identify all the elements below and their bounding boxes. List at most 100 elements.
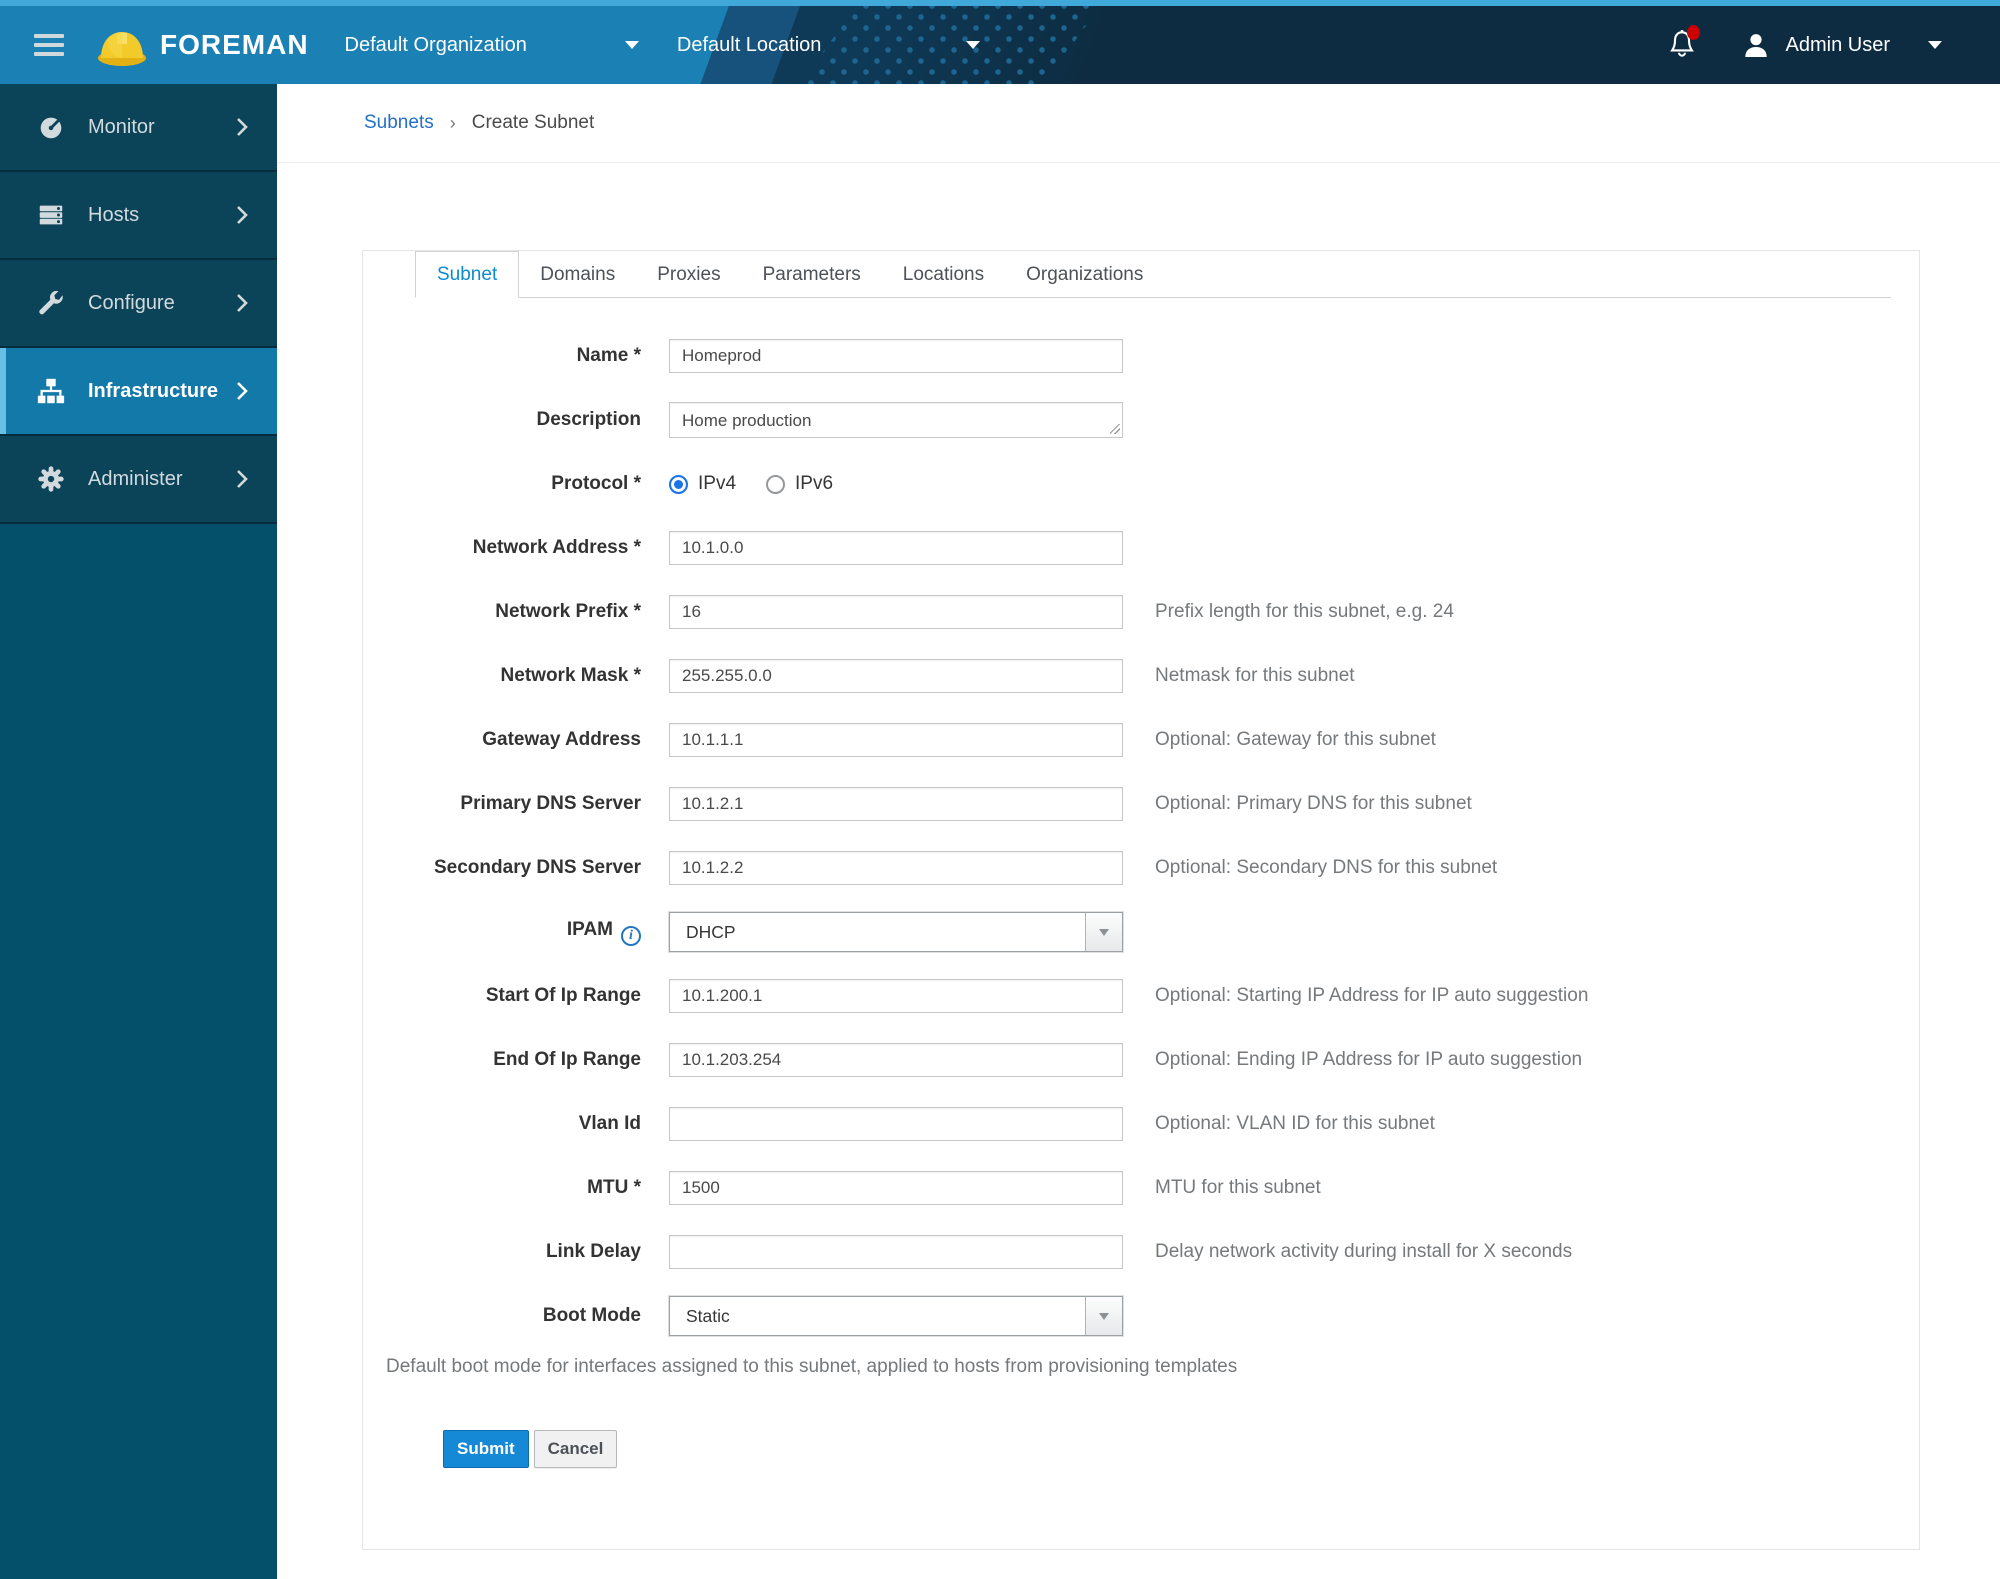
tab-proxies[interactable]: Proxies — [636, 251, 741, 298]
secondary-dns-server-label: Secondary DNS Server — [434, 857, 641, 878]
secondary-dns-server-input[interactable] — [669, 851, 1123, 885]
network-mask-label: Network Mask * — [500, 665, 641, 686]
form-row-network-prefix: Network Prefix * Prefix length for this s… — [363, 580, 1919, 644]
chevron-down-icon[interactable] — [966, 41, 981, 49]
sidebar-item-monitor[interactable]: Monitor — [0, 84, 277, 172]
resize-handle-icon[interactable] — [1110, 424, 1120, 434]
chevron-right-icon — [235, 117, 249, 137]
network-mask-help-text: Netmask for this subnet — [1155, 665, 1355, 686]
select-dropdown-icon[interactable] — [1085, 913, 1122, 951]
protocol-label: Protocol * — [551, 473, 641, 494]
start-of-ip-range-input[interactable] — [669, 979, 1123, 1013]
vlan-id-input[interactable] — [669, 1107, 1123, 1141]
gateway-address-input[interactable] — [669, 723, 1123, 757]
sidebar-item-infrastructure[interactable]: Infrastructure — [0, 348, 277, 436]
network-mask-input[interactable] — [669, 659, 1123, 693]
form-row-ipam: IPAM i DHCP — [363, 900, 1919, 964]
sidebar-item-hosts[interactable]: Hosts — [0, 172, 277, 260]
mtu-control — [669, 1171, 1123, 1205]
sidebar-item-administer[interactable]: Administer — [0, 436, 277, 524]
form-row-end-of-ip-range: End Of Ip Range Optional: Ending IP Addre… — [363, 1028, 1919, 1092]
radio-option-ipv4: IPv4 — [669, 473, 736, 495]
form-row-network-address: Network Address * — [363, 516, 1919, 580]
ipv6-radio[interactable] — [766, 474, 786, 494]
gateway-address-control — [669, 723, 1123, 757]
vlan-id-control — [669, 1107, 1123, 1141]
end-of-ip-range-label: End Of Ip Range — [493, 1049, 641, 1070]
organization-menu[interactable]: Default Organization — [345, 34, 527, 57]
end-of-ip-range-control — [669, 1043, 1123, 1077]
submit-button[interactable]: Submit — [443, 1430, 529, 1468]
primary-dns-server-label: Primary DNS Server — [460, 793, 641, 814]
tab-subnet[interactable]: Subnet — [415, 251, 520, 298]
sidebar-item-label: Hosts — [88, 203, 140, 226]
name-control — [669, 339, 1123, 373]
chevron-down-icon[interactable] — [624, 41, 639, 49]
tab-organizations[interactable]: Organizations — [1005, 251, 1164, 298]
mtu-input[interactable] — [669, 1171, 1123, 1205]
name-input[interactable] — [669, 339, 1123, 373]
form-actions: Submit Cancel — [443, 1430, 1919, 1468]
primary-dns-server-input[interactable] — [669, 787, 1123, 821]
link-delay-control — [669, 1235, 1123, 1269]
link-delay-help-text: Delay network activity during install fo… — [1155, 1241, 1573, 1262]
form-row-boot-mode: Boot Mode Static — [363, 1284, 1919, 1348]
vlan-id-help-text: Optional: VLAN ID for this subnet — [1155, 1113, 1435, 1134]
wrench-icon — [36, 288, 66, 318]
network-address-control — [669, 531, 1123, 565]
boot-mode-select[interactable]: Static — [669, 1296, 1123, 1336]
form-row-start-of-ip-range: Start Of Ip Range Optional: Starting IP A… — [363, 964, 1919, 1028]
end-of-ip-range-help-text: Optional: Ending IP Address for IP auto … — [1155, 1049, 1583, 1070]
gauge-icon — [36, 112, 66, 142]
network-prefix-label: Network Prefix * — [495, 601, 641, 622]
sidebar-item-configure[interactable]: Configure — [0, 260, 277, 348]
form-row-primary-dns-server: Primary DNS Server Optional: Primary DNS … — [363, 772, 1919, 836]
sidebar-nav: Monitor Hosts Configure Infrastructure Admin… — [0, 84, 277, 1579]
form-row-link-delay: Link Delay Delay network activity during … — [363, 1220, 1919, 1284]
form-row-gateway-address: Gateway Address Optional: Gateway for thi… — [363, 708, 1919, 772]
tab-locations[interactable]: Locations — [882, 251, 1005, 298]
start-of-ip-range-help-text: Optional: Starting IP Address for IP aut… — [1155, 985, 1589, 1006]
boot-mode-note: Default boot mode for interfaces assigne… — [386, 1356, 1238, 1377]
primary-dns-server-help-text: Optional: Primary DNS for this subnet — [1155, 793, 1472, 814]
boot-mode-label: Boot Mode — [542, 1305, 641, 1326]
tab-parameters[interactable]: Parameters — [742, 251, 882, 298]
chevron-right-icon — [235, 469, 249, 489]
notifications-bell-icon[interactable] — [1668, 25, 1700, 62]
hamburger-menu-icon[interactable] — [34, 34, 64, 56]
sidebar-item-label: Configure — [88, 291, 175, 314]
cancel-button[interactable]: Cancel — [533, 1430, 618, 1468]
description-textarea[interactable] — [669, 402, 1123, 438]
breadcrumb-separator: › — [449, 112, 456, 133]
ipv4-radio-label: IPv4 — [698, 473, 737, 494]
select-dropdown-icon[interactable] — [1085, 1297, 1122, 1335]
start-of-ip-range-control — [669, 979, 1123, 1013]
ipam-control: DHCP — [669, 912, 1123, 952]
info-icon[interactable]: i — [621, 925, 641, 946]
network-prefix-input[interactable] — [669, 595, 1123, 629]
chevron-down-icon[interactable] — [1928, 41, 1942, 49]
subnet-form-card: Subnet Domains Proxies Parameters Locations O… — [362, 250, 1920, 1550]
end-of-ip-range-input[interactable] — [669, 1043, 1123, 1077]
network-address-input[interactable] — [669, 531, 1123, 565]
user-menu[interactable]: Admin User — [1786, 34, 1890, 57]
radio-option-ipv6: IPv6 — [766, 473, 833, 495]
boot-mode-selected-value: Static — [686, 1305, 730, 1326]
form-row-secondary-dns-server: Secondary DNS Server Optional: Secondary … — [363, 836, 1919, 900]
network-prefix-control — [669, 595, 1123, 629]
ipv4-radio[interactable] — [669, 474, 688, 494]
tab-bar: Subnet Domains Proxies Parameters Locations O… — [415, 251, 1891, 298]
form-row-vlan-id: Vlan Id Optional: VLAN ID for this subnet — [363, 1092, 1919, 1156]
breadcrumb-item-subnets[interactable]: Subnets — [364, 112, 434, 134]
notification-badge — [1686, 25, 1700, 40]
ipam-select[interactable]: DHCP — [669, 912, 1123, 952]
ipv6-radio-label: IPv6 — [795, 473, 834, 494]
tab-domains[interactable]: Domains — [519, 251, 636, 298]
top-navbar: FOREMAN Default Organization Default Loc… — [0, 0, 2000, 84]
location-menu[interactable]: Default Location — [677, 34, 822, 57]
form-row-protocol: Protocol * IPv4 IPv6 — [363, 452, 1919, 516]
mtu-label: MTU * — [587, 1177, 641, 1198]
sidebar-item-label: Monitor — [88, 115, 155, 138]
link-delay-input[interactable] — [669, 1235, 1123, 1269]
gateway-address-help-text: Optional: Gateway for this subnet — [1155, 729, 1436, 750]
